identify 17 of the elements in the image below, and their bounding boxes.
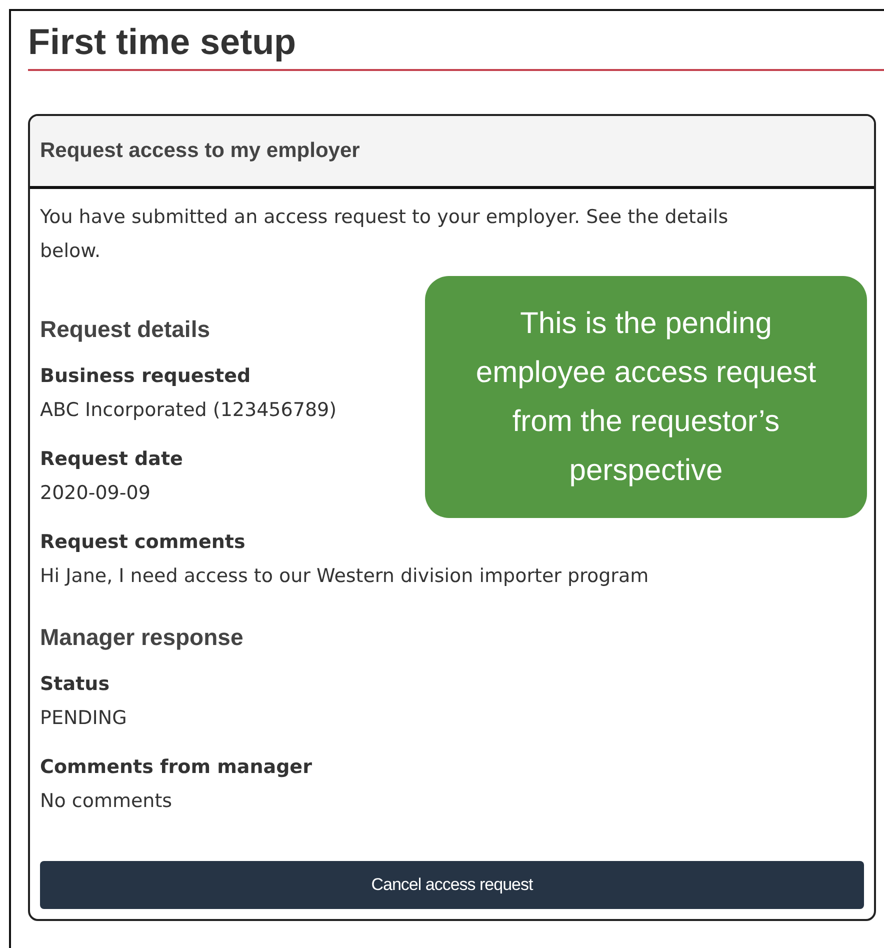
- field-label: Business requested: [40, 364, 251, 389]
- intro-text: You have submitted an access request to your employer. See the details below.: [40, 205, 730, 264]
- field-value: PENDING: [40, 706, 127, 731]
- field-value: 2020-09-09: [40, 481, 150, 506]
- section-heading: Request details: [40, 315, 210, 344]
- annotation-callout: This is the pending employee access request from the requestor’s perspective: [425, 276, 867, 518]
- field-value: Hi Jane, I need access to our Western division importer program: [40, 564, 649, 589]
- section-heading: Manager response: [40, 623, 244, 652]
- page-title: First time setup: [28, 20, 298, 64]
- field-label: Request comments: [40, 530, 246, 555]
- field-value: No comments: [40, 789, 172, 814]
- field-label: Request date: [40, 447, 183, 472]
- field-label: Status: [40, 672, 110, 697]
- field-value: ABC Incorporated (123456789): [40, 398, 337, 423]
- cancel-button[interactable]: Cancel access request: [40, 861, 864, 909]
- card-header: Request access to my employer: [30, 116, 874, 189]
- field-label: Comments from manager: [40, 755, 312, 780]
